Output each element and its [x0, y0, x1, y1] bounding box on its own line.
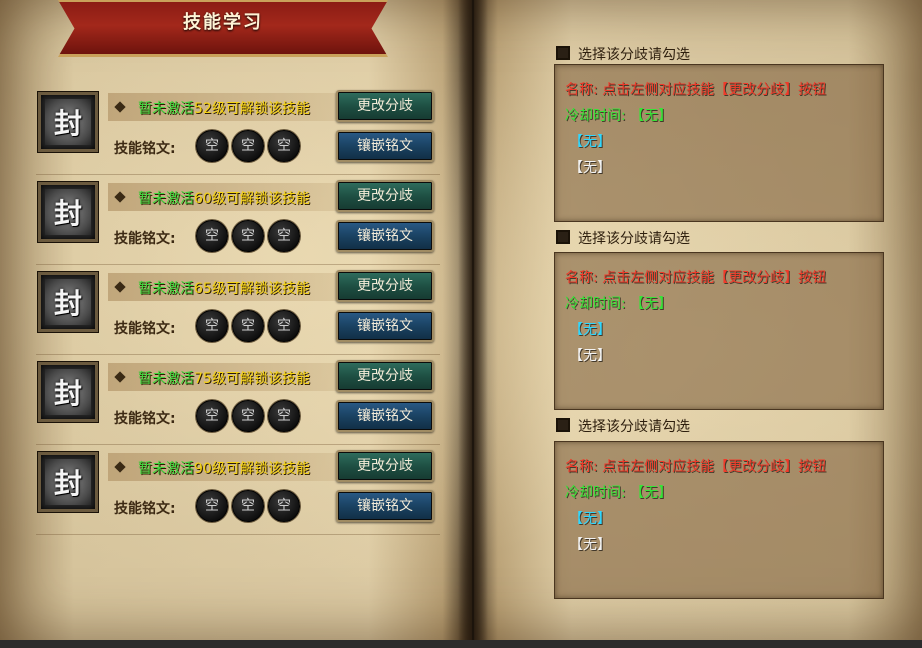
unlock-level: 75级可解锁该技能: [194, 371, 310, 387]
sealed-skill-icon[interactable]: 封: [38, 362, 98, 422]
rune-slot[interactable]: 空: [268, 310, 300, 342]
unlock-text: 暂未激活75级可解锁该技能: [138, 368, 338, 388]
row-divider: [36, 534, 440, 535]
inlay-rune-button[interactable]: 镶嵌铭文: [336, 310, 434, 342]
bottom-bar: [0, 640, 922, 648]
branch-panel: 名称: 点击左侧对应技能【更改分歧】按钮 冷却时间: 【无】 【无】 【无】: [554, 64, 884, 222]
rune-label: 技能铭文:: [114, 501, 176, 517]
book-spine: [458, 0, 488, 640]
branch-checkbox[interactable]: [556, 418, 570, 432]
rune-slot[interactable]: 空: [196, 400, 228, 432]
rune-slot[interactable]: 空: [268, 490, 300, 522]
inactive-label: 暂未激活: [138, 191, 194, 207]
change-branch-button[interactable]: 更改分歧: [336, 270, 434, 302]
unlock-text: 暂未激活90级可解锁该技能: [138, 458, 338, 478]
unlock-level: 52级可解锁该技能: [194, 101, 310, 117]
branch-check-label: 选择该分歧请勾选: [578, 47, 690, 63]
branch-name: 名称: 点击左侧对应技能【更改分歧】按钮: [565, 459, 827, 475]
seal-glyph: 封: [45, 459, 91, 505]
skill-row: 封 暂未激活52级可解锁该技能 技能铭文: 空 空 空 更改分歧 镶嵌铭文: [38, 90, 438, 168]
rune-label: 技能铭文:: [114, 411, 176, 427]
row-divider: [36, 444, 440, 445]
seal-glyph: 封: [45, 369, 91, 415]
inactive-label: 暂未激活: [138, 281, 194, 297]
rune-label: 技能铭文:: [114, 321, 176, 337]
unlock-level: 65级可解锁该技能: [194, 281, 310, 297]
change-branch-button[interactable]: 更改分歧: [336, 360, 434, 392]
skill-row: 封 暂未激活65级可解锁该技能 技能铭文: 空 空 空 更改分歧 镶嵌铭文: [38, 270, 438, 348]
rune-slot[interactable]: 空: [268, 400, 300, 432]
branch-check-label: 选择该分歧请勾选: [578, 419, 690, 435]
branch-cooldown: 冷却时间: 【无】: [565, 296, 673, 312]
branch-desc: 【无】: [569, 537, 611, 553]
branch-panel: 名称: 点击左侧对应技能【更改分歧】按钮 冷却时间: 【无】 【无】 【无】: [554, 252, 884, 410]
row-divider: [36, 264, 440, 265]
unlock-level: 60级可解锁该技能: [194, 191, 310, 207]
branch-cooldown: 冷却时间: 【无】: [565, 108, 673, 124]
sealed-skill-icon[interactable]: 封: [38, 92, 98, 152]
rune-slot[interactable]: 空: [268, 130, 300, 162]
branch-desc: 【无】: [569, 160, 611, 176]
inlay-rune-button[interactable]: 镶嵌铭文: [336, 220, 434, 252]
branch-check-label: 选择该分歧请勾选: [578, 231, 690, 247]
rune-slot[interactable]: 空: [196, 220, 228, 252]
row-divider: [36, 354, 440, 355]
branch-cooldown: 冷却时间: 【无】: [565, 485, 673, 501]
branch-effect: 【无】: [569, 134, 611, 150]
skill-row: 封 暂未激活75级可解锁该技能 技能铭文: 空 空 空 更改分歧 镶嵌铭文: [38, 360, 438, 438]
sealed-skill-icon[interactable]: 封: [38, 272, 98, 332]
skill-row: 封 暂未激活90级可解锁该技能 技能铭文: 空 空 空 更改分歧 镶嵌铭文: [38, 450, 438, 528]
rune-slot[interactable]: 空: [196, 310, 228, 342]
change-branch-button[interactable]: 更改分歧: [336, 180, 434, 212]
rune-label: 技能铭文:: [114, 231, 176, 247]
branch-name: 名称: 点击左侧对应技能【更改分歧】按钮: [565, 270, 827, 286]
branch-desc: 【无】: [569, 348, 611, 364]
branch-effect: 【无】: [569, 511, 611, 527]
rune-slot[interactable]: 空: [196, 130, 228, 162]
inlay-rune-button[interactable]: 镶嵌铭文: [336, 400, 434, 432]
rune-slot[interactable]: 空: [196, 490, 228, 522]
inactive-label: 暂未激活: [138, 371, 194, 387]
sealed-skill-icon[interactable]: 封: [38, 452, 98, 512]
inlay-rune-button[interactable]: 镶嵌铭文: [336, 130, 434, 162]
branch-panel: 名称: 点击左侧对应技能【更改分歧】按钮 冷却时间: 【无】 【无】 【无】: [554, 441, 884, 599]
inactive-label: 暂未激活: [138, 101, 194, 117]
inactive-label: 暂未激活: [138, 461, 194, 477]
rune-slot[interactable]: 空: [268, 220, 300, 252]
skill-row: 封 暂未激活60级可解锁该技能 技能铭文: 空 空 空 更改分歧 镶嵌铭文: [38, 180, 438, 258]
unlock-text: 暂未激活52级可解锁该技能: [138, 98, 338, 118]
page-title: 技能学习: [183, 12, 263, 33]
unlock-level: 90级可解锁该技能: [194, 461, 310, 477]
inlay-rune-button[interactable]: 镶嵌铭文: [336, 490, 434, 522]
row-divider: [36, 174, 440, 175]
unlock-text: 暂未激活65级可解锁该技能: [138, 278, 338, 298]
change-branch-button[interactable]: 更改分歧: [336, 90, 434, 122]
rune-label: 技能铭文:: [114, 141, 176, 157]
seal-glyph: 封: [45, 279, 91, 325]
branch-checkbox[interactable]: [556, 46, 570, 60]
seal-glyph: 封: [45, 189, 91, 235]
branch-name: 名称: 点击左侧对应技能【更改分歧】按钮: [565, 82, 827, 98]
sealed-skill-icon[interactable]: 封: [38, 182, 98, 242]
branch-effect: 【无】: [569, 322, 611, 338]
unlock-text: 暂未激活60级可解锁该技能: [138, 188, 338, 208]
seal-glyph: 封: [45, 99, 91, 145]
change-branch-button[interactable]: 更改分歧: [336, 450, 434, 482]
branch-checkbox[interactable]: [556, 230, 570, 244]
rune-slot[interactable]: 空: [232, 400, 264, 432]
rune-slot[interactable]: 空: [232, 310, 264, 342]
rune-slot[interactable]: 空: [232, 130, 264, 162]
rune-slot[interactable]: 空: [232, 220, 264, 252]
rune-slot[interactable]: 空: [232, 490, 264, 522]
